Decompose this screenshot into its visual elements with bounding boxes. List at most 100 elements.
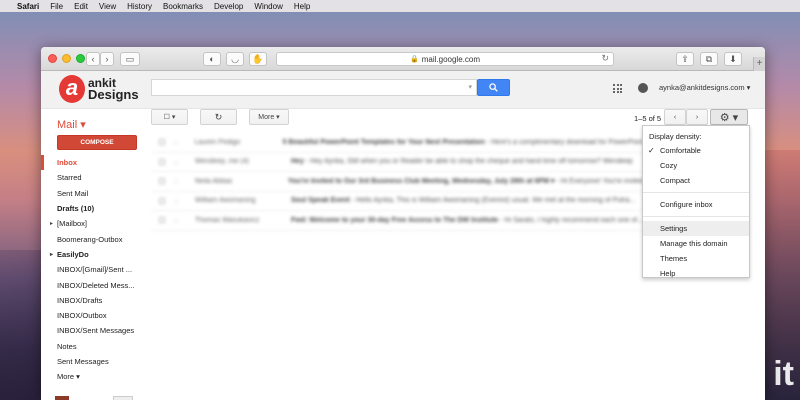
sidebar-item[interactable]: Notes xyxy=(41,339,145,354)
star-icon[interactable]: ☆ xyxy=(173,159,179,167)
row-checkbox[interactable] xyxy=(159,217,165,224)
table-row[interactable]: ☆ Neila Abbas You're Invited to Our 3rd Bu… xyxy=(151,172,650,192)
menubar-file[interactable]: File xyxy=(50,2,63,11)
address-bar[interactable]: 🔒 mail.google.com ↻ xyxy=(276,52,614,66)
email-snippet: - Hello Aynka, This is William Awomaning… xyxy=(349,197,636,205)
email-subject: Hey - Hey Aynka, Still when you or Reade… xyxy=(291,158,650,165)
extension-button-1[interactable]: ◐ xyxy=(203,52,221,66)
table-row[interactable]: ☆ William Awomaning Soul Speak Event - Hel… xyxy=(151,192,650,211)
menubar-app-name[interactable]: Safari xyxy=(17,2,39,11)
menubar-window[interactable]: Window xyxy=(254,2,282,11)
search-options-icon[interactable]: ▾ xyxy=(468,83,472,91)
new-tab-button[interactable]: + xyxy=(753,57,765,71)
logo-mark-icon: a xyxy=(59,75,85,103)
tabs-button[interactable]: ⧉ xyxy=(700,52,718,66)
downloads-button[interactable]: ⬇ xyxy=(724,52,742,66)
brand-logo[interactable]: a ankit Designs xyxy=(59,75,139,103)
expand-icon[interactable]: ▸ xyxy=(50,251,53,258)
minimize-window-button[interactable] xyxy=(62,54,71,63)
menu-divider xyxy=(643,192,749,193)
search-input[interactable]: ▾ xyxy=(151,79,477,96)
menubar-help[interactable]: Help xyxy=(294,2,310,11)
select-checkbox[interactable]: ☐ ▾ xyxy=(151,109,188,125)
sidebar-item[interactable]: Boomerang-Outbox xyxy=(41,231,145,246)
density-option[interactable]: Cozy xyxy=(643,158,749,173)
table-row[interactable]: ☆ Thomas Wasukavicz Fwd: Welcome to your 3… xyxy=(151,211,650,231)
download-icon: ⬇ xyxy=(729,53,737,64)
apps-grid-icon[interactable] xyxy=(613,84,622,93)
settings-menu-item[interactable]: Settings xyxy=(643,221,749,236)
menubar-develop[interactable]: Develop xyxy=(214,2,243,11)
account-email[interactable]: aynka@ankitdesigns.com ▾ xyxy=(659,83,750,92)
configure-inbox-item[interactable]: Configure inbox xyxy=(643,197,749,212)
email-sender: Neila Abbas xyxy=(194,177,233,185)
row-checkbox[interactable] xyxy=(159,178,165,185)
chat-status[interactable] xyxy=(113,396,133,400)
share-button[interactable]: ⇪ xyxy=(676,52,694,66)
gmail-header: a ankit Designs ▾ aynka@ankitdesigns.com… xyxy=(41,71,765,109)
star-icon[interactable]: ☆ xyxy=(173,139,179,147)
sidebar-toggle-button[interactable]: ▭ xyxy=(120,52,140,66)
density-label: Cozy xyxy=(660,161,678,170)
chat-avatar[interactable] xyxy=(55,396,69,400)
density-option[interactable]: Compact xyxy=(643,173,749,188)
extension-button-2[interactable]: ✋ xyxy=(249,52,267,66)
row-checkbox[interactable] xyxy=(159,139,165,146)
sidebar-item-label: Inbox xyxy=(57,158,77,168)
compose-button[interactable]: COMPOSE xyxy=(57,135,137,150)
forward-button[interactable]: › xyxy=(100,52,114,66)
sidebar-item[interactable]: INBOX/Outbox xyxy=(41,308,145,323)
newer-button[interactable]: ‹ xyxy=(664,109,686,125)
sidebar-item[interactable]: Sent Messages xyxy=(41,354,145,369)
sidebar-item[interactable]: More ▾ xyxy=(41,369,145,384)
expand-icon[interactable]: ▸ xyxy=(50,220,53,227)
notifications-icon[interactable] xyxy=(638,83,648,93)
zoom-window-button[interactable] xyxy=(76,54,85,63)
sidebar-item[interactable]: INBOX/[Gmail]/Sent ... xyxy=(41,262,145,277)
menubar-view[interactable]: View xyxy=(99,2,116,11)
sidebar-item[interactable]: INBOX/Deleted Mess... xyxy=(41,277,145,292)
row-checkbox[interactable] xyxy=(159,197,165,204)
settings-menu-item[interactable]: Manage this domain xyxy=(643,236,749,251)
macos-menubar: Safari File Edit View History Bookmarks … xyxy=(0,0,800,12)
menu-divider xyxy=(643,216,749,217)
menubar-bookmarks[interactable]: Bookmarks xyxy=(163,2,203,11)
table-row[interactable]: ☆ Wendeep, me (4) Hey - Hey Aynka, Still w… xyxy=(151,153,650,172)
pocket-button[interactable]: ◡ xyxy=(226,52,244,66)
pagination-count: 1–5 of 5 xyxy=(634,114,662,123)
close-window-button[interactable] xyxy=(48,54,57,63)
sidebar-item[interactable]: ▸ [Mailbox] xyxy=(41,216,145,231)
sidebar-item[interactable]: Inbox xyxy=(41,155,145,171)
reload-icon[interactable]: ↻ xyxy=(601,53,609,64)
star-icon[interactable]: ☆ xyxy=(173,178,179,186)
sidebar-item[interactable]: INBOX/Drafts xyxy=(41,293,145,308)
sidebar-item[interactable]: Drafts (10) xyxy=(41,201,145,216)
email-subject: You're Invited to Our 3rd Business Club … xyxy=(288,177,650,185)
sidebar-item[interactable]: Sent Mail xyxy=(41,186,145,201)
sidebar-item[interactable]: ▸ EasilyDo xyxy=(41,247,145,262)
search-button[interactable] xyxy=(477,79,510,96)
refresh-button[interactable]: ↻ xyxy=(200,109,237,125)
settings-menu-item[interactable]: Themes xyxy=(643,251,749,266)
email-subject: Soul Speak Event - Hello Aynka, This is … xyxy=(291,197,650,204)
menubar-history[interactable]: History xyxy=(127,2,152,11)
table-row[interactable]: ☆ Lauren Pedigo 5 Beautiful PowerPoint Tem… xyxy=(151,133,650,153)
sidebar-item-label: [Mailbox] xyxy=(57,219,88,229)
star-icon[interactable]: ☆ xyxy=(173,217,179,225)
more-button[interactable]: More ▾ xyxy=(249,109,289,125)
sidebar-item-label: Sent Messages xyxy=(57,357,109,366)
settings-menu-item[interactable]: Help xyxy=(643,266,749,281)
logo-text: ankit Designs xyxy=(88,77,139,101)
sidebar-item[interactable]: Starred xyxy=(41,170,145,185)
older-button[interactable]: › xyxy=(686,109,708,125)
settings-button[interactable]: ⚙ ▾ xyxy=(710,109,748,125)
mail-menu[interactable]: Mail ▾ xyxy=(57,118,86,131)
star-icon[interactable]: ☆ xyxy=(173,198,179,206)
menubar-edit[interactable]: Edit xyxy=(74,2,88,11)
sidebar-item[interactable]: INBOX/Sent Messages xyxy=(41,323,145,338)
sidebar-item-label: EasilyDo xyxy=(57,249,89,259)
back-button[interactable]: ‹ xyxy=(86,52,100,66)
sidebar-item-label: More ▾ xyxy=(57,372,80,382)
row-checkbox[interactable] xyxy=(159,158,165,165)
density-option[interactable]: ✓ Comfortable xyxy=(643,143,749,158)
